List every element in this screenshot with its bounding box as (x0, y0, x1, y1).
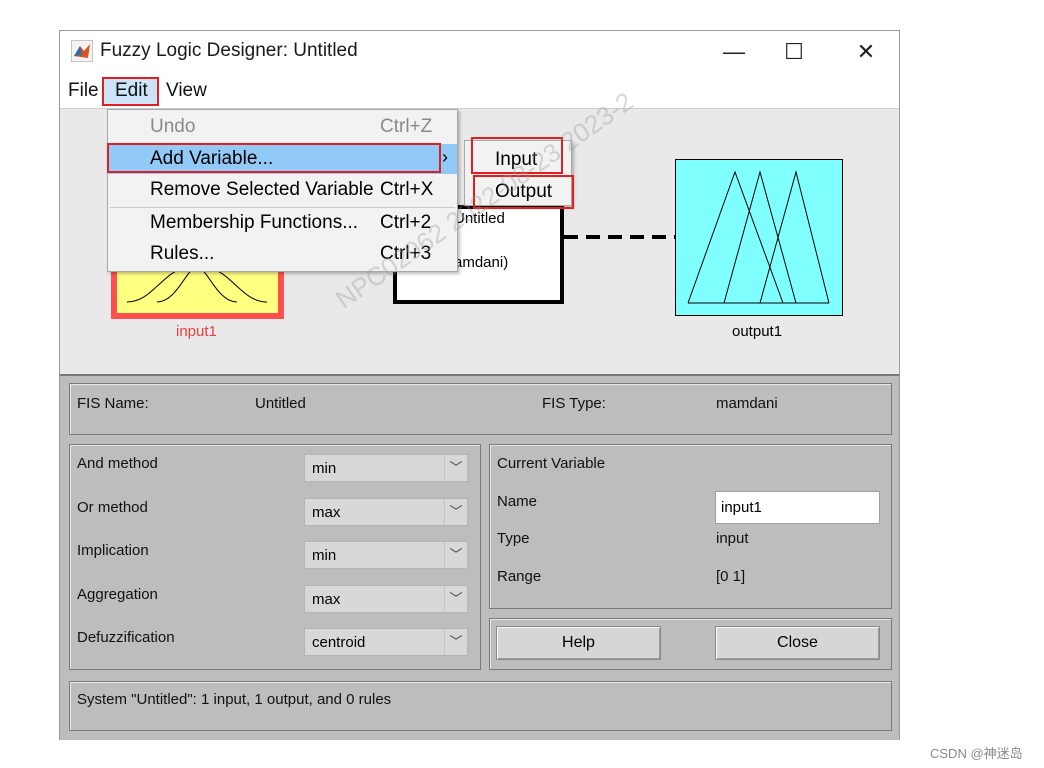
current-variable-title: Current Variable (497, 455, 606, 472)
defuzzification-label: Defuzzification (77, 629, 175, 646)
aggregation-select[interactable]: max ﹀ (304, 585, 468, 613)
menu-item-remove-label: Remove Selected Variable (150, 179, 374, 200)
status-text: System "Untitled": 1 input, 1 output, an… (77, 691, 392, 708)
output-membership-triangles (687, 170, 830, 304)
annotation-box-add-variable (107, 143, 441, 173)
and-method-label: And method (77, 455, 158, 472)
implication-select[interactable]: min ﹀ (304, 541, 468, 569)
aggregation-value: max (312, 591, 341, 608)
chevron-down-icon: ﹀ (444, 542, 467, 568)
or-method-label: Or method (77, 499, 148, 516)
defuzzification-select[interactable]: centroid ﹀ (304, 628, 468, 656)
variable-range-value: [0 1] (716, 568, 746, 585)
variable-type-value: input (716, 530, 749, 547)
aggregation-label: Aggregation (77, 586, 158, 603)
variable-type-label: Type (497, 530, 530, 547)
menu-item-rules-label: Rules... (150, 243, 215, 264)
footer-credit: CSDN @神迷岛 (930, 746, 1023, 761)
input-variable-label: input1 (176, 323, 217, 340)
chevron-down-icon: ﹀ (444, 455, 467, 481)
menu-view[interactable]: View (166, 80, 207, 102)
menu-item-remove-shortcut: Ctrl+X (380, 179, 434, 200)
implication-value: min (312, 547, 337, 564)
connector-line (564, 235, 676, 239)
defuzzification-value: centroid (312, 634, 366, 651)
menu-item-undo-label: Undo (150, 116, 196, 137)
matlab-logo-icon (71, 40, 93, 62)
annotation-box-edit (102, 77, 159, 106)
fis-box-type: amdani) (454, 254, 509, 271)
implication-label: Implication (77, 542, 149, 559)
or-method-select[interactable]: max ﹀ (304, 498, 468, 526)
fis-name-label: FIS Name: (77, 395, 149, 412)
menu-item-membership-functions[interactable]: Membership Functions... Ctrl+2 (108, 208, 457, 238)
menu-item-mf-label: Membership Functions... (150, 212, 359, 233)
output-variable-label: output1 (732, 323, 783, 340)
fis-type-value: mamdani (716, 395, 778, 412)
chevron-down-icon: ﹀ (444, 499, 467, 525)
menu-item-undo-shortcut: Ctrl+Z (380, 116, 433, 137)
chevron-down-icon: ﹀ (444, 586, 467, 612)
fis-name-value: Untitled (255, 395, 306, 412)
variable-range-label: Range (497, 568, 542, 585)
and-method-value: min (312, 460, 337, 477)
variable-name-input[interactable] (715, 491, 880, 524)
output-variable-box[interactable] (675, 159, 843, 316)
variable-name-label: Name (497, 493, 538, 510)
close-button[interactable]: Close (715, 626, 880, 660)
menu-file[interactable]: File (68, 80, 99, 102)
submenu-arrow-icon: › (442, 147, 448, 167)
help-button[interactable]: Help (496, 626, 661, 660)
or-method-value: max (312, 504, 341, 521)
fis-type-label: FIS Type: (542, 395, 606, 412)
menu-item-undo[interactable]: Undo Ctrl+Z (108, 112, 457, 142)
chevron-down-icon: ﹀ (444, 629, 467, 655)
maximize-button[interactable]: ☐ (774, 40, 814, 64)
minimize-button[interactable]: — (714, 40, 754, 64)
window-title: Fuzzy Logic Designer: Untitled (100, 40, 358, 61)
menu-item-remove-variable[interactable]: Remove Selected Variable Ctrl+X (108, 175, 457, 205)
close-window-button[interactable]: ✕ (846, 40, 886, 64)
and-method-select[interactable]: min ﹀ (304, 454, 468, 482)
